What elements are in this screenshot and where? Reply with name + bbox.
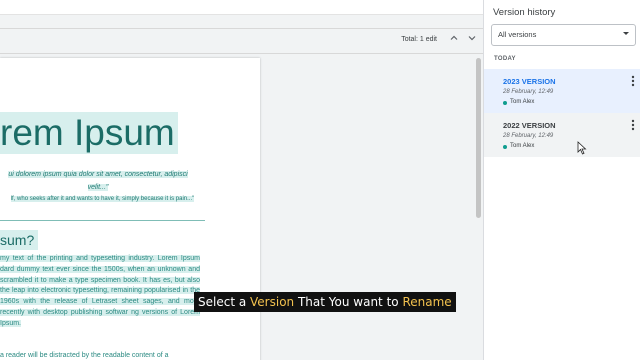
document-paragraph-2: a reader will be distracted by the reada… [0, 352, 169, 359]
document-title: rem Ipsum [0, 112, 178, 154]
dropdown-caret-icon [622, 29, 630, 39]
caption-highlight-2: Rename [402, 295, 452, 309]
edit-count: Total: 1 edit [401, 36, 437, 43]
quote-line: lf, who seeks after it and wants to have… [10, 196, 195, 202]
filter-value: All versions [498, 30, 537, 39]
version-name: 2023 VERSION [503, 77, 556, 86]
version-name: 2022 VERSION [503, 121, 556, 130]
user-color-dot [503, 145, 507, 149]
previous-edit-button[interactable] [447, 33, 461, 47]
more-options-icon[interactable] [631, 119, 635, 134]
version-history-panel: Version history All versions TODAY 2023 … [483, 0, 640, 360]
version-user: Tom Alex [510, 99, 535, 105]
caption-text-1: Select a [198, 295, 251, 309]
version-item-2023[interactable]: 2023 VERSION 28 February, 12:49 Tom Alex [484, 69, 640, 113]
document-heading: sum? [0, 230, 38, 250]
more-options-icon[interactable] [631, 75, 635, 90]
document-subtitle: ui dolorem ipsum quia dolor sit amet, co… [0, 168, 196, 194]
group-label: TODAY [494, 56, 516, 62]
user-color-dot [503, 101, 507, 105]
chevron-down-icon [468, 36, 476, 41]
version-date: 28 February, 12:49 [503, 89, 554, 95]
panel-title: Version history [493, 7, 556, 18]
scrollbar[interactable] [476, 58, 481, 218]
version-date: 28 February, 12:49 [503, 133, 554, 139]
divider [0, 220, 205, 221]
version-item-2022[interactable]: 2022 VERSION 28 February, 12:49 Tom Alex [484, 113, 640, 157]
subtitle-line-2: velit..." [87, 184, 109, 191]
tutorial-caption: Select a Version That You want to Rename [194, 292, 456, 312]
top-toolbar [0, 0, 483, 15]
paragraph-text: my text of the printing and typesetting … [0, 255, 200, 327]
edit-navigation-bar: Total: 1 edit [0, 28, 483, 54]
version-user: Tom Alex [510, 143, 535, 149]
chevron-up-icon [450, 35, 458, 40]
caption-text-2: That You want to [294, 295, 403, 309]
caption-highlight-1: Version [250, 295, 295, 309]
version-filter-dropdown[interactable]: All versions [491, 24, 636, 46]
document-paragraph: my text of the printing and typesetting … [0, 254, 200, 330]
next-edit-button[interactable] [465, 33, 479, 47]
document-quote: lf, who seeks after it and wants to have… [0, 195, 205, 204]
subtitle-line-1: ui dolorem ipsum quia dolor sit amet, co… [8, 171, 188, 178]
